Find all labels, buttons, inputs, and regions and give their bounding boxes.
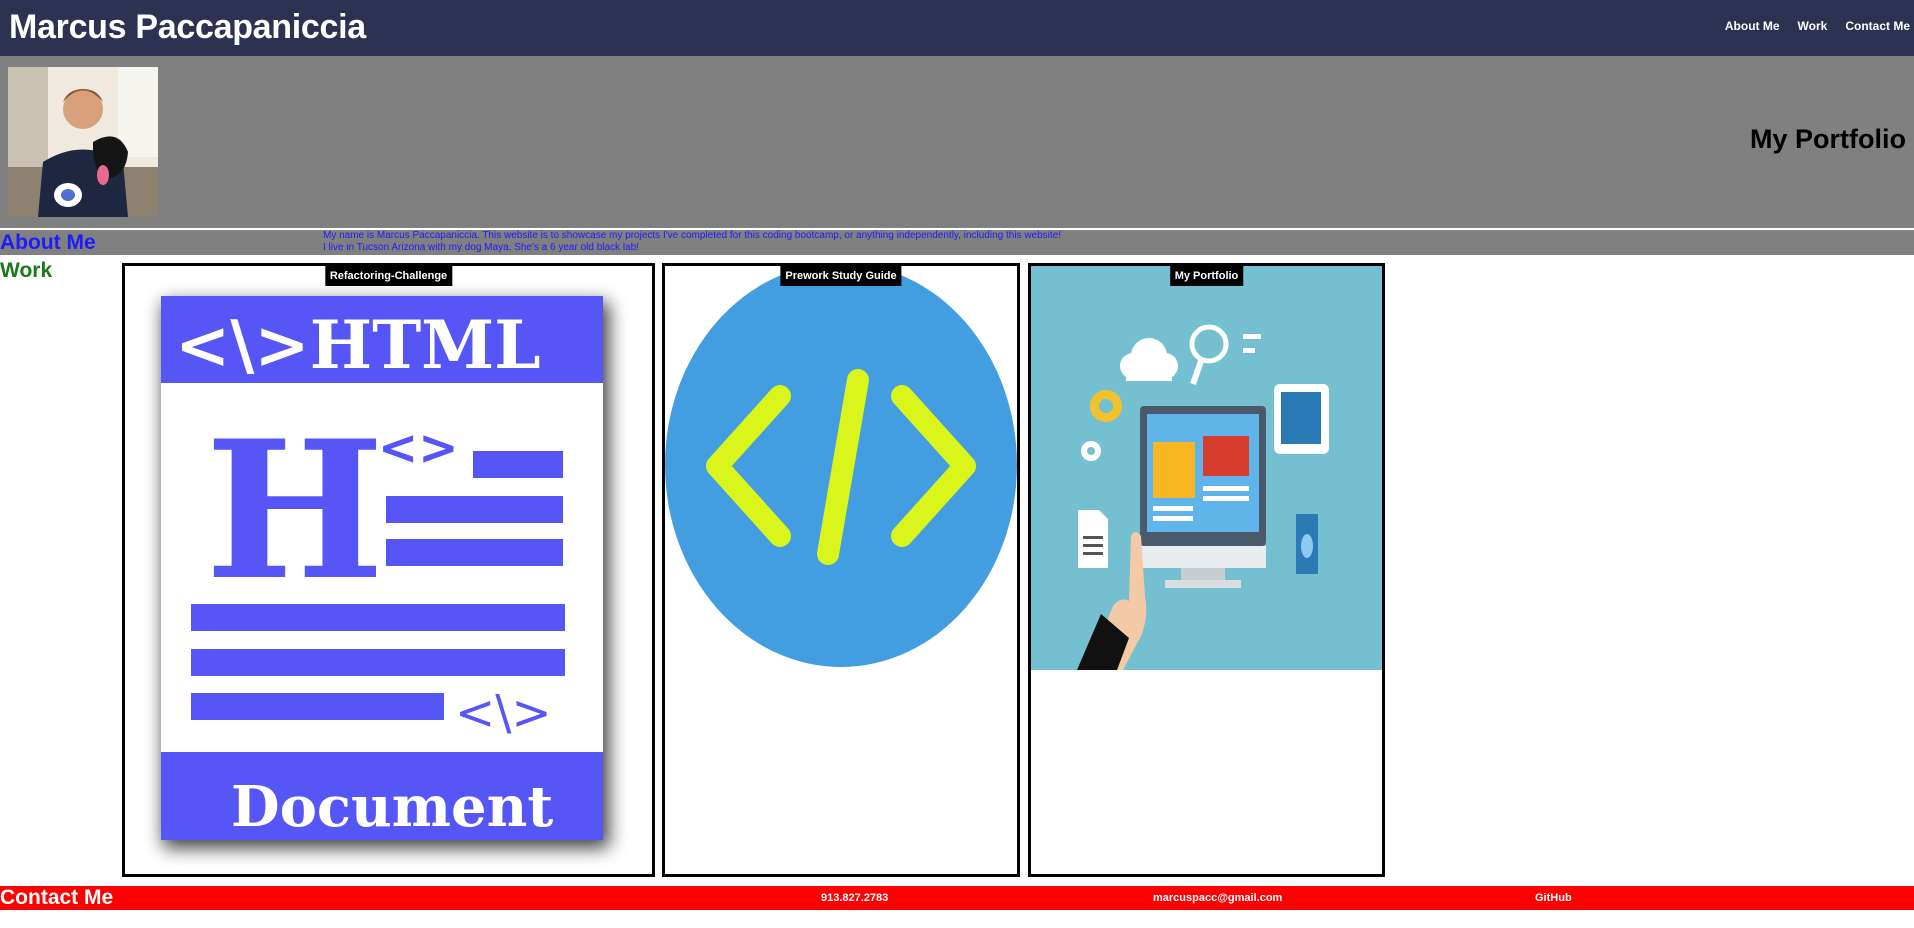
project-card-label[interactable]: Prework Study Guide (780, 266, 902, 286)
contact-heading: Contact Me (0, 886, 114, 909)
contact-phone[interactable]: 913.827.2783 (821, 892, 888, 904)
nav-link-work[interactable]: Work (1798, 19, 1828, 33)
svg-text:<\>: <\> (455, 685, 552, 741)
about-section: About Me My name is Marcus Paccapaniccia… (0, 230, 1914, 255)
html-document-icon: <\>HTML H <> <\> Document (161, 296, 609, 848)
nav-link-contact-me[interactable]: Contact Me (1845, 19, 1910, 33)
project-card-label[interactable]: My Portfolio (1169, 266, 1244, 286)
hero-title: My Portfolio (1750, 124, 1906, 154)
nav-link-about-me[interactable]: About Me (1725, 19, 1780, 33)
contact-email[interactable]: marcuspacc@gmail.com (1153, 892, 1282, 904)
site-header: Marcus Paccapaniccia About Me Work Conta… (0, 0, 1914, 56)
svg-text:Document: Document (231, 774, 553, 840)
site-title: Marcus Paccapaniccia (9, 8, 366, 46)
svg-text:<\>HTML: <\>HTML (175, 306, 541, 384)
project-card-label[interactable]: Refactoring-Challenge (324, 266, 453, 286)
project-card-refactoring-challenge[interactable]: Refactoring-Challenge <\>HTML H <> <\> D… (122, 263, 655, 877)
main-nav: About Me Work Contact Me (1707, 19, 1910, 33)
github-link[interactable]: GitHub (1535, 892, 1572, 904)
hero-banner: My Portfolio (0, 56, 1914, 228)
project-card-prework-study-guide[interactable]: Prework Study Guide (662, 263, 1020, 877)
svg-text:<>: <> (378, 420, 458, 476)
about-text: My name is Marcus Paccapaniccia. This we… (323, 230, 1061, 254)
code-brackets-icon (665, 266, 1017, 667)
work-heading: Work (0, 259, 53, 282)
contact-footer: Contact Me 913.827.2783 marcuspacc@gmail… (0, 886, 1914, 910)
project-card-my-portfolio[interactable]: My Portfolio (1028, 263, 1385, 877)
about-line-1: My name is Marcus Paccapaniccia. This we… (323, 230, 1062, 241)
web-development-illustration (1031, 266, 1382, 670)
svg-text:H: H (205, 399, 385, 622)
profile-photo (8, 67, 158, 217)
about-heading: About Me (0, 231, 96, 254)
about-line-2: I live in Tucson Arizona with my dog May… (323, 242, 639, 253)
